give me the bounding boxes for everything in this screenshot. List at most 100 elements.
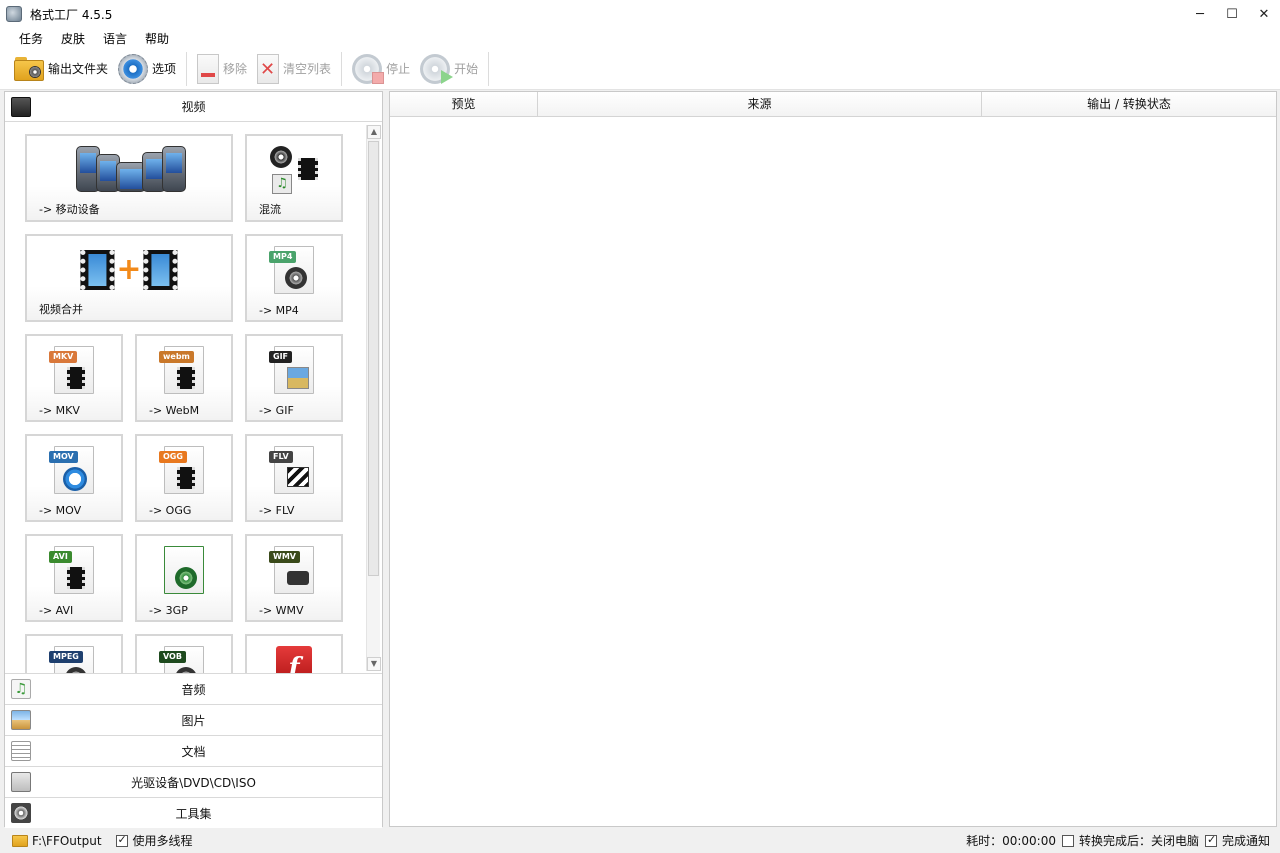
document-icon <box>11 741 31 761</box>
tile-vob[interactable]: VOB <box>135 634 233 673</box>
maximize-button[interactable]: ☐ <box>1216 0 1248 28</box>
notify-label: 完成通知 <box>1221 834 1270 848</box>
tile-mkv[interactable]: MKV -> MKV <box>25 334 123 422</box>
tile-mux[interactable]: ♫ 混流 <box>245 134 343 222</box>
tile-gif[interactable]: GIF -> GIF <box>245 334 343 422</box>
menu-language[interactable]: 语言 <box>94 30 136 47</box>
status-bar: F:\FFOutput 使用多线程 耗时：00:00:00 转换完成后：关闭电脑… <box>0 828 1280 853</box>
scroll-thumb[interactable] <box>368 141 379 576</box>
scroll-down-arrow[interactable]: ▼ <box>367 657 381 671</box>
category-audio-header[interactable]: ♫ 音频 <box>5 673 382 704</box>
tile-mpeg[interactable]: MPEG <box>25 634 123 673</box>
category-disc-label: 光驱设备\DVD\CD\ISO <box>131 775 256 790</box>
scroll-up-arrow[interactable]: ▲ <box>367 125 381 139</box>
output-folder-label: 输出文件夹 <box>48 62 109 76</box>
title-bar: 格式工厂 4.5.5 ─ ☐ ✕ <box>0 0 1280 28</box>
tools-reel-icon <box>11 803 31 823</box>
shutdown-checkbox[interactable] <box>1061 834 1074 847</box>
options-button[interactable]: 选项 <box>118 51 176 87</box>
flv-file-icon: FLV <box>269 446 314 494</box>
category-image-header[interactable]: 图片 <box>5 704 382 735</box>
options-gear-icon <box>118 53 149 84</box>
notify-option[interactable]: 完成通知 <box>1204 832 1270 849</box>
tile-label: -> MOV <box>39 504 82 517</box>
app-icon <box>6 6 22 22</box>
3gp-file-icon <box>164 546 204 594</box>
column-preview[interactable]: 预览 <box>390 92 538 116</box>
close-button[interactable]: ✕ <box>1248 0 1280 28</box>
tile-webm[interactable]: webm -> WebM <box>135 334 233 422</box>
start-button[interactable]: 开始 <box>420 51 478 87</box>
tile-label: -> MP4 <box>259 304 299 317</box>
image-picture-icon <box>11 710 31 730</box>
menu-skin[interactable]: 皮肤 <box>52 30 94 47</box>
tile-label: -> FLV <box>259 504 295 517</box>
options-label: 选项 <box>152 62 177 76</box>
multithread-label: 使用多线程 <box>132 834 193 848</box>
elapsed-time: 耗时：00:00:00 <box>966 834 1056 848</box>
category-tools-header[interactable]: 工具集 <box>5 797 382 828</box>
tile-3gp[interactable]: -> 3GP <box>135 534 233 622</box>
wmv-file-icon: WMV <box>269 546 314 594</box>
output-path[interactable]: F:\FFOutput <box>32 834 102 848</box>
start-icon <box>420 53 454 84</box>
category-image-label: 图片 <box>181 713 206 728</box>
menu-task[interactable]: 任务 <box>10 30 52 47</box>
category-document-label: 文档 <box>181 744 206 759</box>
category-video-label: 视频 <box>181 100 206 114</box>
tile-flv[interactable]: FLV -> FLV <box>245 434 343 522</box>
category-video-header[interactable]: 视频 <box>5 92 382 122</box>
start-label: 开始 <box>454 62 479 76</box>
tile-label: -> AVI <box>39 604 74 617</box>
remove-icon <box>197 53 220 84</box>
tile-mobile-devices[interactable]: -> 移动设备 <box>25 134 233 222</box>
clear-list-icon: ✕ <box>257 53 280 84</box>
multithread-option[interactable]: 使用多线程 <box>115 832 193 849</box>
stop-icon <box>352 53 385 84</box>
task-table-header: 预览 来源 输出 / 转换状态 <box>390 92 1276 117</box>
toolbar-separator <box>186 51 188 86</box>
tile-label: -> GIF <box>259 404 294 417</box>
disc-drive-icon <box>11 772 31 792</box>
swf-flash-icon: f <box>276 646 312 673</box>
mux-icon: ♫ <box>270 146 318 194</box>
tile-video-merge[interactable]: + 视频合并 <box>25 234 233 322</box>
stop-button[interactable]: 停止 <box>352 51 410 87</box>
multithread-checkbox[interactable] <box>115 833 128 847</box>
remove-label: 移除 <box>223 62 248 76</box>
output-folder-button[interactable]: 输出文件夹 <box>14 51 108 87</box>
category-panel: 视频 -> 移动设备 ♫ 混流 + 视频合并 MP4 -> MP4 MKV -> <box>4 91 383 828</box>
column-source[interactable]: 来源 <box>538 92 982 116</box>
tile-mov[interactable]: MOV -> MOV <box>25 434 123 522</box>
column-output-status[interactable]: 输出 / 转换状态 <box>982 92 1276 116</box>
clear-list-button[interactable]: ✕ 清空列表 <box>257 51 331 87</box>
clear-list-label: 清空列表 <box>283 62 332 76</box>
menu-help[interactable]: 帮助 <box>136 30 178 47</box>
toolbar-separator <box>488 51 490 86</box>
shutdown-option[interactable]: 转换完成后：关闭电脑 <box>1061 832 1199 849</box>
tile-mp4[interactable]: MP4 -> MP4 <box>245 234 343 322</box>
webm-file-icon: webm <box>159 346 204 394</box>
avi-file-icon: AVI <box>49 546 94 594</box>
category-tools-label: 工具集 <box>175 806 212 821</box>
tile-avi[interactable]: AVI -> AVI <box>25 534 123 622</box>
stop-label: 停止 <box>386 62 411 76</box>
tile-ogg[interactable]: OGG -> OGG <box>135 434 233 522</box>
window-title: 格式工厂 4.5.5 <box>30 7 113 22</box>
tile-label: -> WebM <box>149 404 200 417</box>
tile-wmv[interactable]: WMV -> WMV <box>245 534 343 622</box>
tile-swf[interactable]: f <box>245 634 343 673</box>
toolbar: 输出文件夹 选项 移除 ✕ 清空列表 停止 开始 <box>0 48 1280 90</box>
video-scrollbar[interactable]: ▲ ▼ <box>366 125 381 671</box>
category-disc-header[interactable]: 光驱设备\DVD\CD\ISO <box>5 766 382 797</box>
remove-button[interactable]: 移除 <box>197 51 247 87</box>
notify-checkbox[interactable] <box>1204 833 1217 847</box>
mkv-file-icon: MKV <box>49 346 94 394</box>
minimize-button[interactable]: ─ <box>1184 0 1216 28</box>
window-controls: ─ ☐ ✕ <box>1184 0 1280 28</box>
category-audio-label: 音频 <box>181 682 206 697</box>
tile-label: -> 移动设备 <box>39 203 100 216</box>
menu-bar: 任务 皮肤 语言 帮助 <box>0 28 1280 48</box>
category-document-header[interactable]: 文档 <box>5 735 382 766</box>
task-list-panel: 预览 来源 输出 / 转换状态 <box>389 91 1277 827</box>
